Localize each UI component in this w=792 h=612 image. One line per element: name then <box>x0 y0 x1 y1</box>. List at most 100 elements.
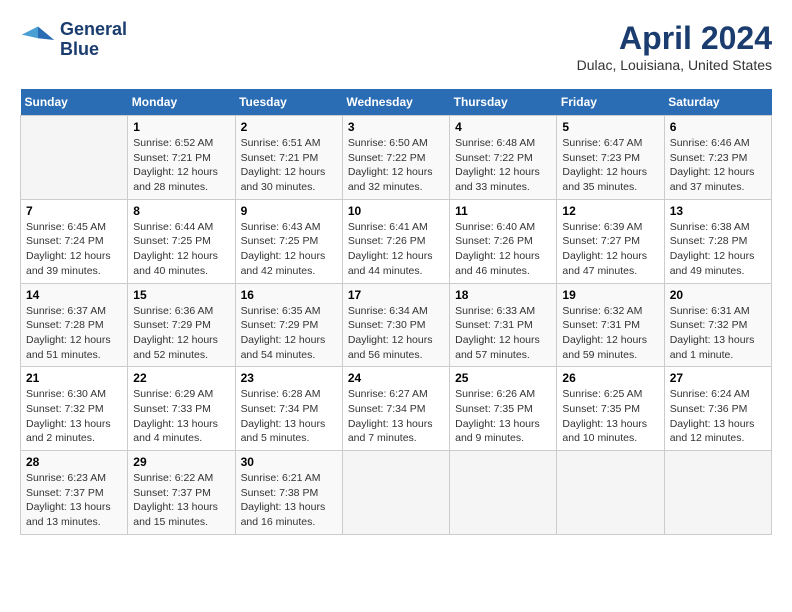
calendar-cell: 30 Sunrise: 6:21 AM Sunset: 7:38 PM Dayli… <box>235 451 342 535</box>
day-number: 10 <box>348 204 444 218</box>
day-number: 29 <box>133 455 229 469</box>
day-number: 11 <box>455 204 551 218</box>
day-number: 25 <box>455 371 551 385</box>
calendar-cell: 12 Sunrise: 6:39 AM Sunset: 7:27 PM Dayli… <box>557 199 664 283</box>
calendar-cell: 17 Sunrise: 6:34 AM Sunset: 7:30 PM Dayli… <box>342 283 449 367</box>
day-number: 6 <box>670 120 766 134</box>
calendar-cell <box>450 451 557 535</box>
day-number: 13 <box>670 204 766 218</box>
day-number: 17 <box>348 288 444 302</box>
calendar-cell: 18Sunrise: 6:33 AM Sunset: 7:31 PM Dayli… <box>450 283 557 367</box>
calendar-cell: 19 Sunrise: 6:32 AM Sunset: 7:31 PM Dayli… <box>557 283 664 367</box>
day-number: 12 <box>562 204 658 218</box>
calendar-cell: 23 Sunrise: 6:28 AM Sunset: 7:34 PM Dayli… <box>235 367 342 451</box>
calendar-cell: 14 Sunrise: 6:37 AM Sunset: 7:28 PM Dayli… <box>21 283 128 367</box>
day-info: Sunrise: 6:50 AM Sunset: 7:22 PM Dayligh… <box>348 136 444 195</box>
calendar-cell: 15 Sunrise: 6:36 AM Sunset: 7:29 PM Dayli… <box>128 283 235 367</box>
day-number: 21 <box>26 371 122 385</box>
day-number: 1 <box>133 120 229 134</box>
calendar-cell: 9Sunrise: 6:43 AM Sunset: 7:25 PM Daylig… <box>235 199 342 283</box>
day-info: Sunrise: 6:45 AM Sunset: 7:24 PM Dayligh… <box>26 220 122 279</box>
calendar-cell: 11 Sunrise: 6:40 AM Sunset: 7:26 PM Dayli… <box>450 199 557 283</box>
calendar-cell: 1 Sunrise: 6:52 AM Sunset: 7:21 PM Daylig… <box>128 116 235 200</box>
day-number: 28 <box>26 455 122 469</box>
calendar-cell: 3 Sunrise: 6:50 AM Sunset: 7:22 PM Daylig… <box>342 116 449 200</box>
day-number: 5 <box>562 120 658 134</box>
day-number: 30 <box>241 455 337 469</box>
day-number: 23 <box>241 371 337 385</box>
calendar-cell: 25Sunrise: 6:26 AM Sunset: 7:35 PM Dayli… <box>450 367 557 451</box>
logo: General Blue <box>20 20 127 60</box>
subtitle: Dulac, Louisiana, United States <box>577 57 772 73</box>
calendar-cell: 7 Sunrise: 6:45 AM Sunset: 7:24 PM Daylig… <box>21 199 128 283</box>
main-title: April 2024 <box>577 20 772 57</box>
day-number: 7 <box>26 204 122 218</box>
day-info: Sunrise: 6:41 AM Sunset: 7:26 PM Dayligh… <box>348 220 444 279</box>
day-info: Sunrise: 6:52 AM Sunset: 7:21 PM Dayligh… <box>133 136 229 195</box>
header-saturday: Saturday <box>664 89 771 116</box>
day-info: Sunrise: 6:31 AM Sunset: 7:32 PM Dayligh… <box>670 304 766 363</box>
title-block: April 2024 Dulac, Louisiana, United Stat… <box>577 20 772 73</box>
header-friday: Friday <box>557 89 664 116</box>
calendar-week-3: 14 Sunrise: 6:37 AM Sunset: 7:28 PM Dayli… <box>21 283 772 367</box>
calendar-cell: 8 Sunrise: 6:44 AM Sunset: 7:25 PM Daylig… <box>128 199 235 283</box>
day-info: Sunrise: 6:44 AM Sunset: 7:25 PM Dayligh… <box>133 220 229 279</box>
day-info: Sunrise: 6:21 AM Sunset: 7:38 PM Dayligh… <box>241 471 337 530</box>
day-number: 24 <box>348 371 444 385</box>
calendar-cell: 13 Sunrise: 6:38 AM Sunset: 7:28 PM Dayli… <box>664 199 771 283</box>
day-number: 15 <box>133 288 229 302</box>
logo-icon <box>20 22 56 58</box>
calendar-cell: 4 Sunrise: 6:48 AM Sunset: 7:22 PM Daylig… <box>450 116 557 200</box>
day-number: 26 <box>562 371 658 385</box>
day-info: Sunrise: 6:24 AM Sunset: 7:36 PM Dayligh… <box>670 387 766 446</box>
calendar-cell: 21Sunrise: 6:30 AM Sunset: 7:32 PM Dayli… <box>21 367 128 451</box>
header-thursday: Thursday <box>450 89 557 116</box>
calendar-week-5: 28 Sunrise: 6:23 AM Sunset: 7:37 PM Dayli… <box>21 451 772 535</box>
calendar-week-2: 7 Sunrise: 6:45 AM Sunset: 7:24 PM Daylig… <box>21 199 772 283</box>
calendar-week-4: 21Sunrise: 6:30 AM Sunset: 7:32 PM Dayli… <box>21 367 772 451</box>
day-info: Sunrise: 6:28 AM Sunset: 7:34 PM Dayligh… <box>241 387 337 446</box>
day-info: Sunrise: 6:29 AM Sunset: 7:33 PM Dayligh… <box>133 387 229 446</box>
calendar-cell: 29Sunrise: 6:22 AM Sunset: 7:37 PM Dayli… <box>128 451 235 535</box>
day-info: Sunrise: 6:48 AM Sunset: 7:22 PM Dayligh… <box>455 136 551 195</box>
day-number: 3 <box>348 120 444 134</box>
day-info: Sunrise: 6:32 AM Sunset: 7:31 PM Dayligh… <box>562 304 658 363</box>
calendar-cell: 27 Sunrise: 6:24 AM Sunset: 7:36 PM Dayli… <box>664 367 771 451</box>
calendar-cell: 26 Sunrise: 6:25 AM Sunset: 7:35 PM Dayli… <box>557 367 664 451</box>
day-number: 27 <box>670 371 766 385</box>
day-info: Sunrise: 6:35 AM Sunset: 7:29 PM Dayligh… <box>241 304 337 363</box>
calendar-table: SundayMondayTuesdayWednesdayThursdayFrid… <box>20 89 772 535</box>
calendar-cell: 22 Sunrise: 6:29 AM Sunset: 7:33 PM Dayli… <box>128 367 235 451</box>
calendar-week-1: 1 Sunrise: 6:52 AM Sunset: 7:21 PM Daylig… <box>21 116 772 200</box>
day-number: 22 <box>133 371 229 385</box>
day-info: Sunrise: 6:43 AM Sunset: 7:25 PM Dayligh… <box>241 220 337 279</box>
day-number: 20 <box>670 288 766 302</box>
day-info: Sunrise: 6:36 AM Sunset: 7:29 PM Dayligh… <box>133 304 229 363</box>
calendar-cell: 5 Sunrise: 6:47 AM Sunset: 7:23 PM Daylig… <box>557 116 664 200</box>
day-info: Sunrise: 6:27 AM Sunset: 7:34 PM Dayligh… <box>348 387 444 446</box>
day-info: Sunrise: 6:46 AM Sunset: 7:23 PM Dayligh… <box>670 136 766 195</box>
day-info: Sunrise: 6:37 AM Sunset: 7:28 PM Dayligh… <box>26 304 122 363</box>
day-info: Sunrise: 6:25 AM Sunset: 7:35 PM Dayligh… <box>562 387 658 446</box>
calendar-cell: 2Sunrise: 6:51 AM Sunset: 7:21 PM Daylig… <box>235 116 342 200</box>
day-number: 19 <box>562 288 658 302</box>
day-info: Sunrise: 6:47 AM Sunset: 7:23 PM Dayligh… <box>562 136 658 195</box>
day-number: 4 <box>455 120 551 134</box>
day-info: Sunrise: 6:34 AM Sunset: 7:30 PM Dayligh… <box>348 304 444 363</box>
calendar-cell: 10 Sunrise: 6:41 AM Sunset: 7:26 PM Dayli… <box>342 199 449 283</box>
day-info: Sunrise: 6:39 AM Sunset: 7:27 PM Dayligh… <box>562 220 658 279</box>
page-header: General Blue April 2024 Dulac, Louisiana… <box>20 20 772 73</box>
calendar-cell <box>664 451 771 535</box>
header-monday: Monday <box>128 89 235 116</box>
day-number: 8 <box>133 204 229 218</box>
calendar-cell: 24 Sunrise: 6:27 AM Sunset: 7:34 PM Dayli… <box>342 367 449 451</box>
header-wednesday: Wednesday <box>342 89 449 116</box>
calendar-cell <box>342 451 449 535</box>
calendar-cell: 6 Sunrise: 6:46 AM Sunset: 7:23 PM Daylig… <box>664 116 771 200</box>
calendar-cell: 28 Sunrise: 6:23 AM Sunset: 7:37 PM Dayli… <box>21 451 128 535</box>
day-info: Sunrise: 6:23 AM Sunset: 7:37 PM Dayligh… <box>26 471 122 530</box>
day-info: Sunrise: 6:40 AM Sunset: 7:26 PM Dayligh… <box>455 220 551 279</box>
calendar-cell <box>557 451 664 535</box>
day-info: Sunrise: 6:38 AM Sunset: 7:28 PM Dayligh… <box>670 220 766 279</box>
day-number: 14 <box>26 288 122 302</box>
